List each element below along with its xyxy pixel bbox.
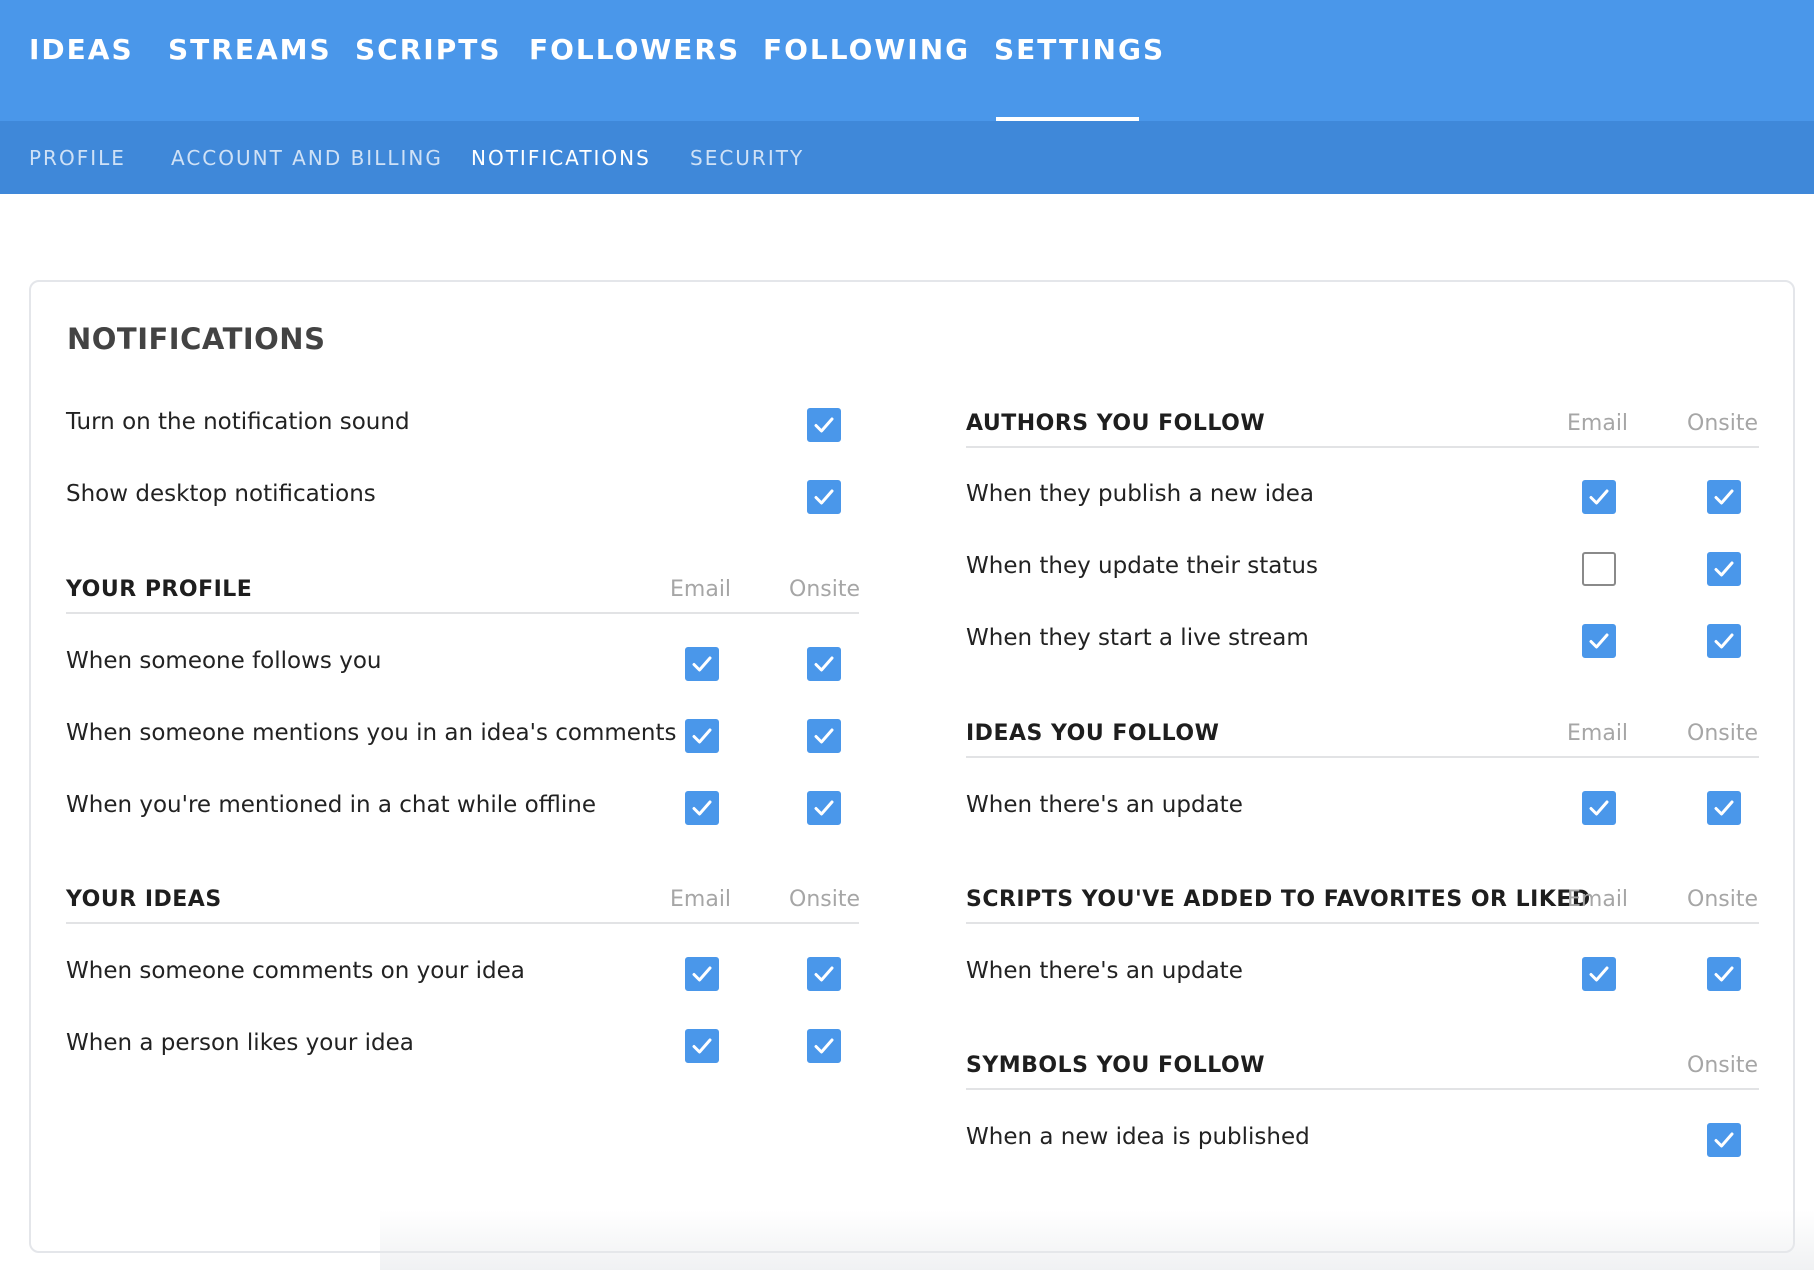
column-header-onsite: Onsite	[789, 577, 860, 602]
top-nav: IDEAS STREAMS SCRIPTS FOLLOWERS FOLLOWIN…	[0, 0, 1814, 121]
checkmark-icon	[1589, 966, 1609, 982]
notification-sound-checkbox[interactable]	[807, 408, 841, 442]
section-divider	[966, 446, 1759, 448]
desktop-notifications-checkbox[interactable]	[807, 480, 841, 514]
column-header-email: Email	[670, 887, 732, 912]
onsite-checkbox[interactable]	[1707, 624, 1741, 658]
onsite-checkbox[interactable]	[807, 719, 841, 753]
email-checkbox[interactable]	[1582, 957, 1616, 991]
setting-label: When there's an update	[966, 792, 1243, 818]
setting-label: When they start a live stream	[966, 625, 1309, 651]
checkmark-icon	[692, 728, 712, 744]
setting-label: When you're mentioned in a chat while of…	[66, 792, 596, 818]
checkmark-icon	[692, 1038, 712, 1054]
column-header-onsite: Onsite	[1687, 411, 1758, 436]
email-checkbox[interactable]	[685, 791, 719, 825]
email-checkbox[interactable]	[1582, 552, 1616, 586]
checkmark-icon	[1589, 800, 1609, 816]
checkmark-icon	[814, 800, 834, 816]
setting-label: When they publish a new idea	[966, 481, 1314, 507]
checkmark-icon	[814, 417, 834, 433]
column-header-onsite: Onsite	[789, 887, 860, 912]
setting-label: When a person likes your idea	[66, 1030, 414, 1056]
subnav-account-billing[interactable]: ACCOUNT AND BILLING	[171, 146, 443, 170]
email-checkbox[interactable]	[685, 1029, 719, 1063]
column-header-email: Email	[670, 577, 732, 602]
section-heading-authors-you-follow: AUTHORS YOU FOLLOW	[966, 411, 1266, 436]
notifications-card: NOTIFICATIONS Turn on the notification s…	[29, 280, 1795, 1253]
column-header-email: Email	[1567, 887, 1629, 912]
onsite-checkbox[interactable]	[1707, 1123, 1741, 1157]
setting-label: When they update their status	[966, 553, 1318, 579]
onsite-checkbox[interactable]	[807, 957, 841, 991]
checkmark-icon	[1589, 633, 1609, 649]
checkmark-icon	[814, 656, 834, 672]
checkmark-icon	[1714, 489, 1734, 505]
setting-label: Show desktop notifications	[66, 481, 376, 507]
setting-label: When someone mentions you in an idea's c…	[66, 720, 677, 746]
email-checkbox[interactable]	[1582, 624, 1616, 658]
checkmark-icon	[692, 966, 712, 982]
email-checkbox[interactable]	[1582, 791, 1616, 825]
column-header-email: Email	[1567, 721, 1629, 746]
checkmark-icon	[814, 1038, 834, 1054]
checkmark-icon	[814, 728, 834, 744]
section-divider	[966, 922, 1759, 924]
section-divider	[966, 756, 1759, 758]
nav-ideas[interactable]: IDEAS	[29, 33, 134, 66]
onsite-checkbox[interactable]	[807, 791, 841, 825]
email-checkbox[interactable]	[685, 719, 719, 753]
subnav-notifications[interactable]: NOTIFICATIONS	[471, 146, 651, 170]
setting-label: When someone comments on your idea	[66, 958, 525, 984]
subnav-profile[interactable]: PROFILE	[29, 146, 126, 170]
section-heading-your-profile: YOUR PROFILE	[66, 577, 253, 602]
column-header-onsite: Onsite	[1687, 887, 1758, 912]
checkmark-icon	[1714, 1132, 1734, 1148]
section-heading-your-ideas: YOUR IDEAS	[66, 887, 222, 912]
section-heading-ideas-you-follow: IDEAS YOU FOLLOW	[966, 721, 1220, 746]
nav-streams[interactable]: STREAMS	[168, 33, 332, 66]
nav-followers[interactable]: FOLLOWERS	[529, 33, 740, 66]
email-checkbox[interactable]	[685, 647, 719, 681]
onsite-checkbox[interactable]	[807, 647, 841, 681]
column-header-onsite: Onsite	[1687, 721, 1758, 746]
setting-label: When there's an update	[966, 958, 1243, 984]
column-header-email: Email	[1567, 411, 1629, 436]
section-heading-symbols-you-follow: SYMBOLS YOU FOLLOW	[966, 1053, 1265, 1078]
checkmark-icon	[1714, 966, 1734, 982]
onsite-checkbox[interactable]	[1707, 552, 1741, 586]
setting-label: When someone follows you	[66, 648, 382, 674]
onsite-checkbox[interactable]	[1707, 957, 1741, 991]
nav-settings[interactable]: SETTINGS	[994, 33, 1165, 66]
section-divider	[66, 612, 859, 614]
nav-following[interactable]: FOLLOWING	[763, 33, 970, 66]
checkmark-icon	[814, 489, 834, 505]
section-heading-scripts-favorites: SCRIPTS YOU'VE ADDED TO FAVORITES OR LIK…	[966, 887, 1591, 912]
section-divider	[966, 1088, 1759, 1090]
setting-label: When a new idea is published	[966, 1124, 1310, 1150]
checkmark-icon	[692, 656, 712, 672]
settings-subnav: PROFILE ACCOUNT AND BILLING NOTIFICATION…	[0, 121, 1814, 194]
column-header-onsite: Onsite	[1687, 1053, 1758, 1078]
checkmark-icon	[814, 966, 834, 982]
onsite-checkbox[interactable]	[1707, 791, 1741, 825]
checkmark-icon	[1714, 800, 1734, 816]
section-divider	[66, 922, 859, 924]
checkmark-icon	[1714, 561, 1734, 577]
subnav-security[interactable]: SECURITY	[690, 146, 804, 170]
email-checkbox[interactable]	[685, 957, 719, 991]
checkmark-icon	[1589, 489, 1609, 505]
onsite-checkbox[interactable]	[1707, 480, 1741, 514]
nav-scripts[interactable]: SCRIPTS	[355, 33, 501, 66]
checkmark-icon	[692, 800, 712, 816]
checkmark-icon	[1714, 633, 1734, 649]
card-title: NOTIFICATIONS	[67, 322, 326, 356]
setting-label: Turn on the notification sound	[66, 409, 410, 435]
email-checkbox[interactable]	[1582, 480, 1616, 514]
onsite-checkbox[interactable]	[807, 1029, 841, 1063]
